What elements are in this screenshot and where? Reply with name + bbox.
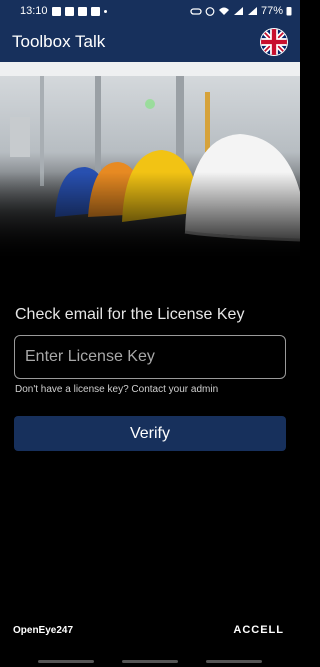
notification-icon xyxy=(51,6,61,16)
status-time: 13:10 xyxy=(20,5,48,17)
app-title: Toolbox Talk xyxy=(12,32,106,51)
more-notifications-icon xyxy=(103,9,107,13)
battery-icon xyxy=(286,7,292,16)
license-key-input[interactable] xyxy=(14,335,286,379)
app-bar: Toolbox Talk xyxy=(0,22,300,62)
status-right: 77% xyxy=(190,5,292,17)
nav-recent-icon[interactable] xyxy=(38,660,94,663)
system-nav-bar xyxy=(0,655,300,667)
signal-icon xyxy=(247,7,257,15)
helper-text: Don't have a license key? Contact your a… xyxy=(15,384,219,395)
wifi-icon xyxy=(218,7,229,15)
nav-back-icon[interactable] xyxy=(206,660,262,663)
notification-icon xyxy=(64,6,74,16)
status-left: 13:10 xyxy=(20,5,107,17)
alarm-icon xyxy=(205,7,215,16)
uk-flag-icon[interactable] xyxy=(260,28,288,56)
notification-icon xyxy=(77,6,87,16)
battery-percent: 77% xyxy=(260,5,283,17)
openeye-logo: OpenEye247 xyxy=(13,625,74,636)
nav-home-icon[interactable] xyxy=(122,660,178,663)
status-bar: 13:10 77% xyxy=(0,0,300,22)
hero-image xyxy=(0,62,300,262)
verify-button[interactable]: Verify xyxy=(14,416,286,451)
link-icon xyxy=(190,7,202,15)
accell-logo: ACCELL xyxy=(233,624,284,636)
signal-icon xyxy=(233,7,243,15)
license-key-heading: Check email for the License Key xyxy=(15,306,245,323)
mail-icon xyxy=(90,6,100,16)
